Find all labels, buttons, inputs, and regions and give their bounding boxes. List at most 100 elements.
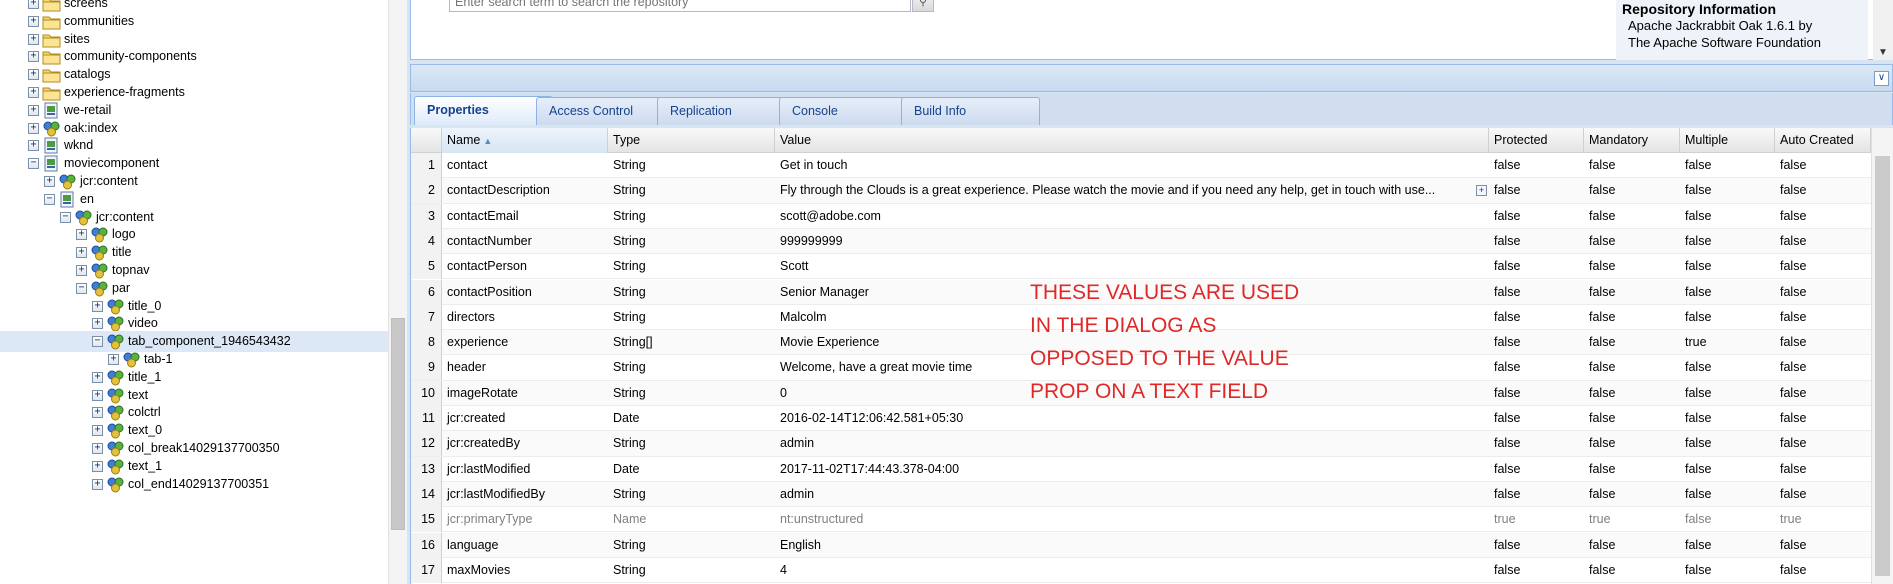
- protected-cell[interactable]: false: [1489, 280, 1584, 305]
- property-type[interactable]: String: [608, 178, 775, 203]
- expand-node-icon[interactable]: +: [76, 229, 87, 241]
- property-name[interactable]: contactPerson: [442, 254, 608, 279]
- expand-node-icon[interactable]: +: [92, 425, 103, 437]
- column-header-mandatory[interactable]: Mandatory: [1584, 128, 1680, 153]
- property-name[interactable]: maxMovies: [442, 558, 608, 583]
- protected-cell[interactable]: false: [1489, 558, 1584, 583]
- table-row[interactable]: 16 language String English false false false fa…: [411, 532, 1871, 558]
- protected-cell[interactable]: false: [1489, 406, 1584, 431]
- column-header-value[interactable]: Value: [775, 128, 1489, 153]
- tab-replication[interactable]: Replication: [657, 97, 796, 125]
- property-name[interactable]: jcr:created: [442, 406, 608, 431]
- multiple-cell[interactable]: false: [1680, 153, 1775, 178]
- property-value[interactable]: 2016-02-14T12:06:42.581+05:30: [775, 406, 1489, 431]
- property-type[interactable]: String: [608, 482, 775, 507]
- property-name[interactable]: jcr:lastModifiedBy: [442, 482, 608, 507]
- property-type[interactable]: Date: [608, 457, 775, 482]
- multiple-cell[interactable]: false: [1680, 229, 1775, 254]
- table-row[interactable]: 1 contact String Get in touch false false fals…: [411, 153, 1871, 179]
- multiple-cell[interactable]: false: [1680, 558, 1775, 583]
- grid-scrollbar[interactable]: [1871, 128, 1893, 584]
- protected-cell[interactable]: false: [1489, 229, 1584, 254]
- protected-cell[interactable]: false: [1489, 355, 1584, 380]
- mandatory-cell[interactable]: false: [1584, 558, 1680, 583]
- multiple-cell[interactable]: false: [1680, 457, 1775, 482]
- property-value[interactable]: admin: [775, 482, 1489, 507]
- collapse-node-icon[interactable]: −: [76, 282, 87, 294]
- expand-node-icon[interactable]: +: [28, 140, 39, 152]
- table-row[interactable]: 3 contactEmail String scott@adobe.com false f…: [411, 203, 1871, 229]
- mandatory-cell[interactable]: false: [1584, 153, 1680, 178]
- collapse-node-icon[interactable]: −: [44, 193, 55, 205]
- property-type[interactable]: String: [608, 254, 775, 279]
- auto-created-cell[interactable]: false: [1775, 431, 1871, 456]
- property-type[interactable]: String: [608, 558, 775, 583]
- protected-cell[interactable]: false: [1489, 457, 1584, 482]
- property-name[interactable]: experience: [442, 330, 608, 355]
- multiple-cell[interactable]: false: [1680, 280, 1775, 305]
- property-value[interactable]: scott@adobe.com: [775, 204, 1489, 229]
- expand-node-icon[interactable]: +: [28, 33, 39, 45]
- protected-cell[interactable]: false: [1489, 431, 1584, 456]
- table-row[interactable]: 14 jcr:lastModifiedBy String admin false fals…: [411, 481, 1871, 508]
- property-type[interactable]: String: [608, 229, 775, 254]
- expand-node-icon[interactable]: +: [76, 265, 87, 276]
- table-row[interactable]: 13 jcr:lastModified Date 2017-11-02T17:44:4…: [411, 456, 1871, 482]
- property-name[interactable]: contact: [442, 153, 608, 178]
- property-name[interactable]: jcr:primaryType: [442, 507, 608, 532]
- collapse-chevron-icon[interactable]: ∨: [1874, 71, 1889, 86]
- protected-cell[interactable]: false: [1489, 482, 1584, 507]
- multiple-cell[interactable]: false: [1680, 254, 1775, 279]
- expand-value-icon[interactable]: +: [1476, 185, 1487, 197]
- property-type[interactable]: String: [608, 431, 775, 456]
- property-value[interactable]: 999999999: [775, 229, 1489, 254]
- table-row[interactable]: 17 maxMovies String 4 false false false false: [411, 557, 1871, 584]
- property-type[interactable]: String: [608, 533, 775, 558]
- auto-created-cell[interactable]: true: [1775, 507, 1871, 532]
- mandatory-cell[interactable]: false: [1584, 355, 1680, 380]
- property-type[interactable]: Date: [608, 406, 775, 431]
- tree-scrollbar[interactable]: [388, 0, 407, 584]
- auto-created-cell[interactable]: false: [1775, 406, 1871, 431]
- table-row[interactable]: 2 contactDescription String Fly through the…: [411, 178, 1871, 204]
- property-value[interactable]: 2017-11-02T17:44:43.378-04:00: [775, 457, 1489, 482]
- protected-cell[interactable]: false: [1489, 330, 1584, 355]
- search-input[interactable]: [449, 0, 911, 12]
- expand-node-icon[interactable]: +: [28, 15, 39, 27]
- auto-created-cell[interactable]: false: [1775, 153, 1871, 178]
- property-type[interactable]: String: [608, 355, 775, 380]
- property-type[interactable]: String: [608, 280, 775, 305]
- auto-created-cell[interactable]: false: [1775, 381, 1871, 406]
- multiple-cell[interactable]: false: [1680, 431, 1775, 456]
- expand-node-icon[interactable]: +: [92, 318, 103, 330]
- expand-node-icon[interactable]: +: [92, 460, 103, 472]
- expand-node-icon[interactable]: +: [28, 69, 39, 81]
- property-name[interactable]: jcr:createdBy: [442, 431, 608, 456]
- property-name[interactable]: contactNumber: [442, 229, 608, 254]
- mandatory-cell[interactable]: false: [1584, 178, 1680, 203]
- tab-properties[interactable]: Properties: [414, 96, 553, 125]
- column-header-name[interactable]: Name ▲: [442, 128, 608, 153]
- table-row[interactable]: 4 contactNumber String 999999999 false false f…: [411, 228, 1871, 255]
- multiple-cell[interactable]: false: [1680, 178, 1775, 203]
- protected-cell[interactable]: false: [1489, 305, 1584, 330]
- expand-node-icon[interactable]: +: [92, 478, 103, 490]
- column-header-auto-created[interactable]: Auto Created: [1775, 128, 1871, 153]
- multiple-cell[interactable]: false: [1680, 204, 1775, 229]
- property-name[interactable]: jcr:lastModified: [442, 457, 608, 482]
- expand-node-icon[interactable]: +: [28, 104, 39, 116]
- multiple-cell[interactable]: false: [1680, 305, 1775, 330]
- expand-node-icon[interactable]: +: [76, 247, 87, 259]
- multiple-cell[interactable]: false: [1680, 381, 1775, 406]
- scroll-down-arrow-icon[interactable]: ▼: [1873, 47, 1893, 58]
- property-value[interactable]: admin: [775, 431, 1489, 456]
- expand-node-icon[interactable]: +: [44, 176, 55, 187]
- tab-console[interactable]: Console: [779, 97, 918, 125]
- property-value[interactable]: Fly through the Clouds is a great experi…: [775, 178, 1475, 203]
- property-type[interactable]: String: [608, 381, 775, 406]
- auto-created-cell[interactable]: false: [1775, 558, 1871, 583]
- expand-node-icon[interactable]: +: [92, 300, 103, 312]
- mandatory-cell[interactable]: false: [1584, 482, 1680, 507]
- auto-created-cell[interactable]: false: [1775, 204, 1871, 229]
- mandatory-cell[interactable]: false: [1584, 330, 1680, 355]
